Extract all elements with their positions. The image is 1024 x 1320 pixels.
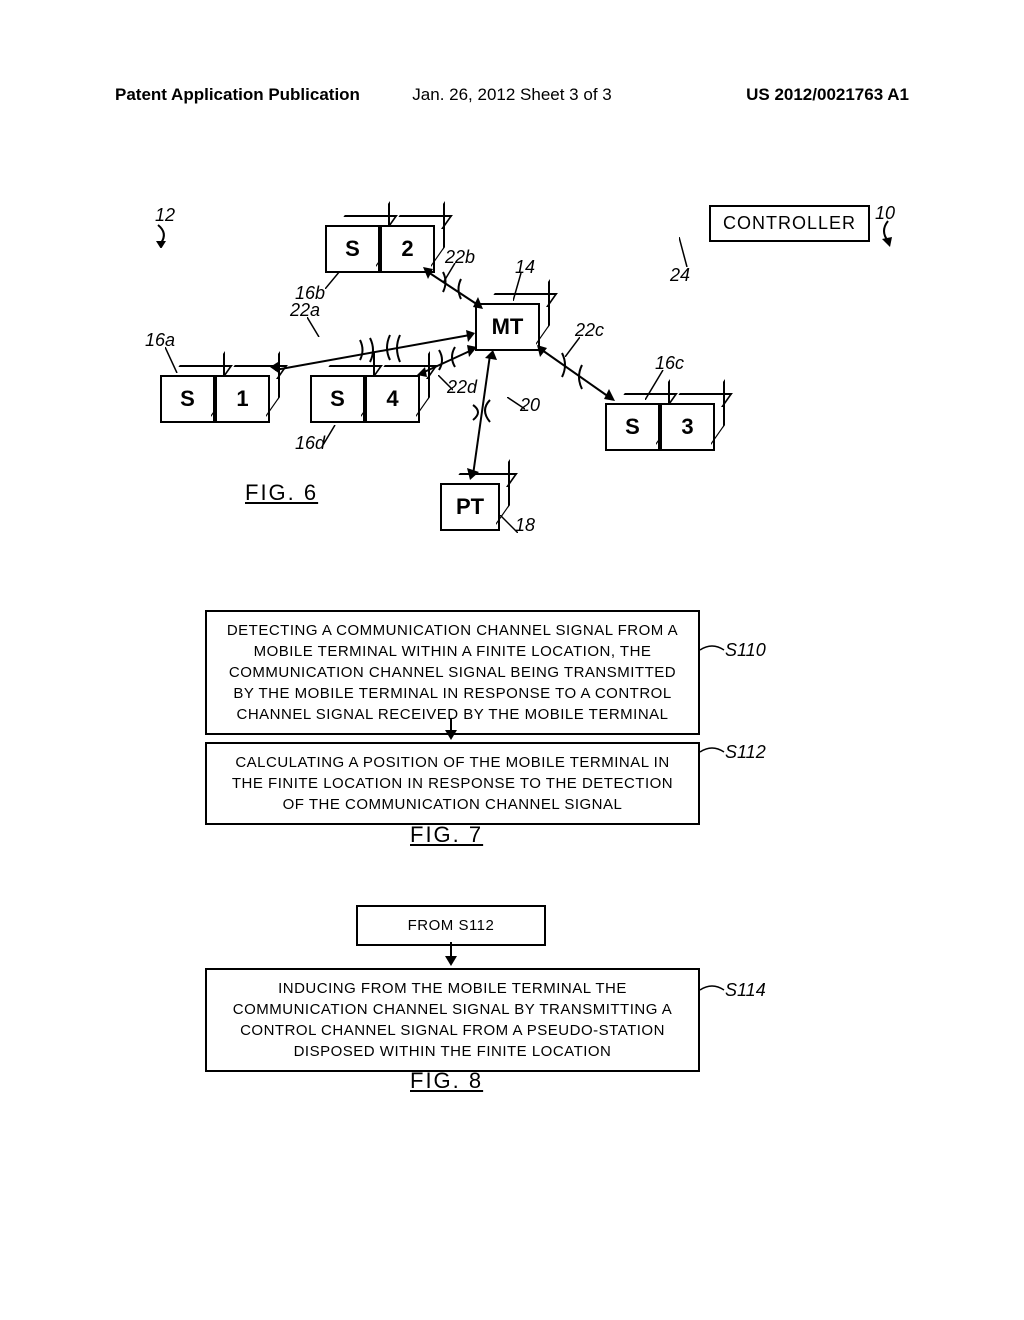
box-s3-s: S: [605, 403, 660, 451]
label-s114: S114: [725, 980, 766, 1001]
header-right: US 2012/0021763 A1: [746, 85, 909, 105]
box-pt: PT: [440, 483, 500, 531]
line-18: [500, 515, 518, 533]
line-16b: [325, 271, 340, 289]
line-14: [513, 273, 528, 301]
controller-box: CONTROLLER: [709, 205, 870, 242]
arrow-from-s114: [450, 942, 452, 964]
line-16d: [323, 425, 338, 445]
label-24: 24: [670, 265, 690, 286]
figure-6: CONTROLLER 12 10 S 2 16b MT 14 24 S 1 16…: [145, 205, 885, 535]
fig7-caption: FIG. 7: [410, 822, 483, 848]
curve-s114: [700, 982, 728, 997]
line-16a: [165, 347, 180, 373]
line-20: [507, 397, 525, 412]
arrow-10: [870, 219, 900, 249]
label-s112: S112: [725, 742, 766, 763]
box-s4-n: 4: [365, 375, 420, 423]
header-left: Patent Application Publication: [115, 85, 360, 105]
fig6-caption: FIG. 6: [245, 480, 318, 506]
flowbox-s112: CALCULATING A POSITION OF THE MOBILE TER…: [205, 742, 700, 825]
page-header: Patent Application Publication Jan. 26, …: [0, 85, 1024, 105]
flowbox-s114: INDUCING FROM THE MOBILE TERMINAL THE CO…: [205, 968, 700, 1072]
line-24: [679, 237, 694, 267]
box-s1-n: 1: [215, 375, 270, 423]
arrow-s110-s112: [450, 718, 452, 738]
curve-s110: [700, 642, 728, 657]
label-18: 18: [515, 515, 535, 536]
signal-22c: [537, 345, 617, 405]
arrow-12: [153, 223, 183, 248]
label-16d: 16d: [295, 433, 325, 454]
header-center: Jan. 26, 2012 Sheet 3 of 3: [412, 85, 611, 105]
box-s2-s: S: [325, 225, 380, 273]
line-16c: [645, 370, 665, 400]
signal-22b: [423, 267, 488, 312]
flowbox-from-s112: FROM S112: [356, 905, 546, 946]
box-s1-s: S: [160, 375, 215, 423]
fig8-caption: FIG. 8: [410, 1068, 483, 1094]
box-s4-s: S: [310, 375, 365, 423]
signal-20: [465, 350, 505, 480]
flowbox-s110: DETECTING A COMMUNICATION CHANNEL SIGNAL…: [205, 610, 700, 735]
curve-s112: [700, 744, 728, 759]
box-s2-n: 2: [380, 225, 435, 273]
label-s110: S110: [725, 640, 766, 661]
box-s3-n: 3: [660, 403, 715, 451]
